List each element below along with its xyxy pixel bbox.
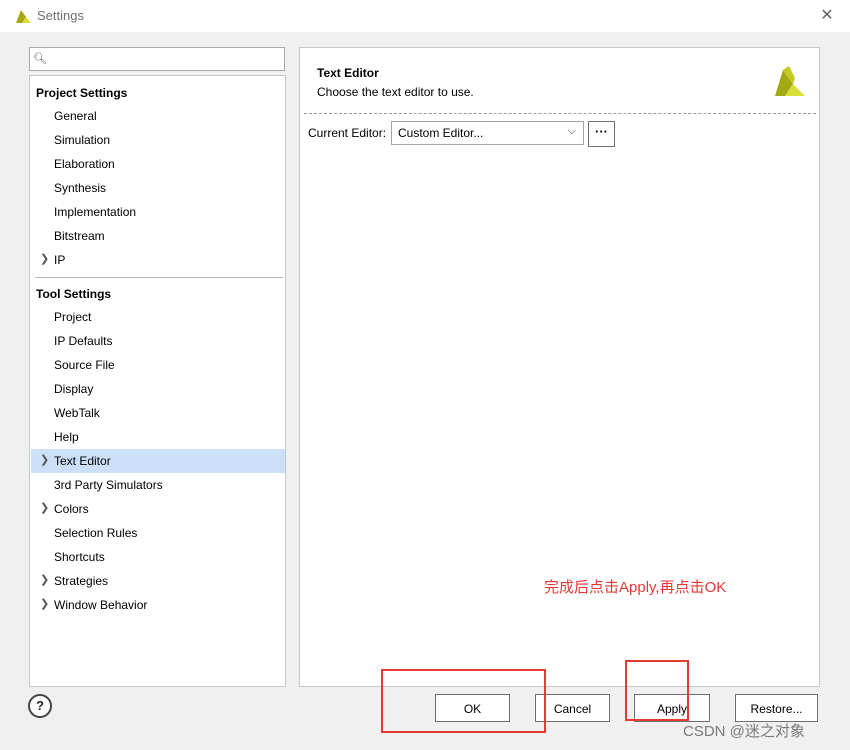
chevron-right-icon[interactable]: ❯ (40, 597, 49, 610)
section-divider (35, 277, 283, 278)
settings-dialog: Settings ✕ 🔍︎ Project Settings General S… (0, 0, 850, 750)
sidebar-item-text-editor[interactable]: ❯ Text Editor (31, 449, 285, 473)
sidebar-item-label: Elaboration (54, 157, 115, 171)
restore-button[interactable]: Restore... (735, 694, 818, 722)
sidebar-item-simulation[interactable]: Simulation (31, 128, 285, 152)
sidebar-item-display[interactable]: Display (31, 377, 285, 401)
settings-tree: Project Settings General Simulation Elab… (29, 75, 286, 687)
sidebar-item-3rd-party-simulators[interactable]: 3rd Party Simulators (31, 473, 285, 497)
header-divider (304, 113, 816, 114)
sidebar-item-label: General (54, 109, 97, 123)
chevron-right-icon[interactable]: ❯ (40, 573, 49, 586)
chevron-right-icon[interactable]: ❯ (40, 252, 49, 265)
sidebar-item-label: Colors (54, 502, 89, 516)
sidebar-item-shortcuts[interactable]: Shortcuts (31, 545, 285, 569)
instruction-annotation: 完成后点击Apply,再点击OK (544, 579, 727, 596)
sidebar-item-ip-defaults[interactable]: IP Defaults (31, 329, 285, 353)
sidebar-item-help[interactable]: Help (31, 425, 285, 449)
sidebar-item-colors[interactable]: ❯ Colors (31, 497, 285, 521)
tool-settings-header: Tool Settings (36, 287, 112, 301)
sidebar-item-strategies[interactable]: ❯ Strategies (31, 569, 285, 593)
sidebar-item-ip[interactable]: ❯ IP (31, 248, 285, 272)
sidebar-item-label: Selection Rules (54, 526, 138, 540)
sidebar-item-label: Bitstream (54, 229, 105, 243)
current-editor-value: Custom Editor... (398, 126, 484, 140)
sidebar-item-label: WebTalk (54, 406, 100, 420)
sidebar-item-window-behavior[interactable]: ❯ Window Behavior (31, 593, 285, 617)
chevron-right-icon[interactable]: ❯ (40, 453, 49, 466)
sidebar-item-label: IP (54, 253, 66, 267)
sidebar-item-label: Implementation (54, 205, 137, 219)
vivado-logo-icon (775, 66, 805, 96)
help-icon[interactable]: ? (28, 694, 52, 718)
title-bar: Settings ✕ (0, 0, 850, 32)
sidebar-item-label: Shortcuts (54, 550, 105, 564)
page-description: Choose the text editor to use. (317, 85, 474, 99)
sidebar-item-selection-rules[interactable]: Selection Rules (31, 521, 285, 545)
window-title: Settings (37, 8, 84, 23)
search-field[interactable]: 🔍︎ (29, 47, 285, 71)
current-editor-label: Current Editor: (308, 126, 387, 140)
sidebar-item-label: Synthesis (54, 181, 107, 195)
search-input[interactable] (48, 50, 282, 70)
sidebar-item-label: Strategies (54, 574, 109, 588)
sidebar-item-label: Simulation (54, 133, 111, 147)
sidebar-item-label: IP Defaults (54, 334, 113, 348)
sidebar-item-general[interactable]: General (31, 104, 285, 128)
sidebar-item-label: Source File (54, 358, 115, 372)
sidebar-item-label: Project (54, 310, 92, 324)
chevron-down-icon: ⌵ (567, 125, 576, 137)
sidebar-item-source-file[interactable]: Source File (31, 353, 285, 377)
sidebar-item-label: Text Editor (54, 454, 111, 468)
cancel-button[interactable]: Cancel (535, 694, 610, 722)
sidebar-item-synthesis[interactable]: Synthesis (31, 176, 285, 200)
watermark: CSDN @迷之对象 (683, 723, 805, 740)
browse-editor-button[interactable]: ··· (588, 121, 615, 147)
ok-highlight-box (381, 669, 546, 733)
vivado-logo-icon (16, 10, 31, 23)
sidebar-item-project[interactable]: Project (31, 305, 285, 329)
search-icon: 🔍︎ (33, 53, 47, 65)
sidebar-item-label: Display (54, 382, 94, 396)
sidebar-item-elaboration[interactable]: Elaboration (31, 152, 285, 176)
project-settings-header: Project Settings (36, 86, 128, 100)
sidebar-item-label: Help (54, 430, 79, 444)
chevron-right-icon[interactable]: ❯ (40, 501, 49, 514)
page-title: Text Editor (317, 66, 379, 80)
sidebar-item-label: 3rd Party Simulators (54, 478, 163, 492)
sidebar-item-bitstream[interactable]: Bitstream (31, 224, 285, 248)
sidebar-item-webtalk[interactable]: WebTalk (31, 401, 285, 425)
close-icon[interactable]: ✕ (816, 5, 838, 27)
apply-highlight-box (625, 660, 689, 721)
sidebar-item-implementation[interactable]: Implementation (31, 200, 285, 224)
current-editor-select[interactable]: Custom Editor... ⌵ (391, 121, 584, 145)
sidebar-item-label: Window Behavior (54, 598, 148, 612)
